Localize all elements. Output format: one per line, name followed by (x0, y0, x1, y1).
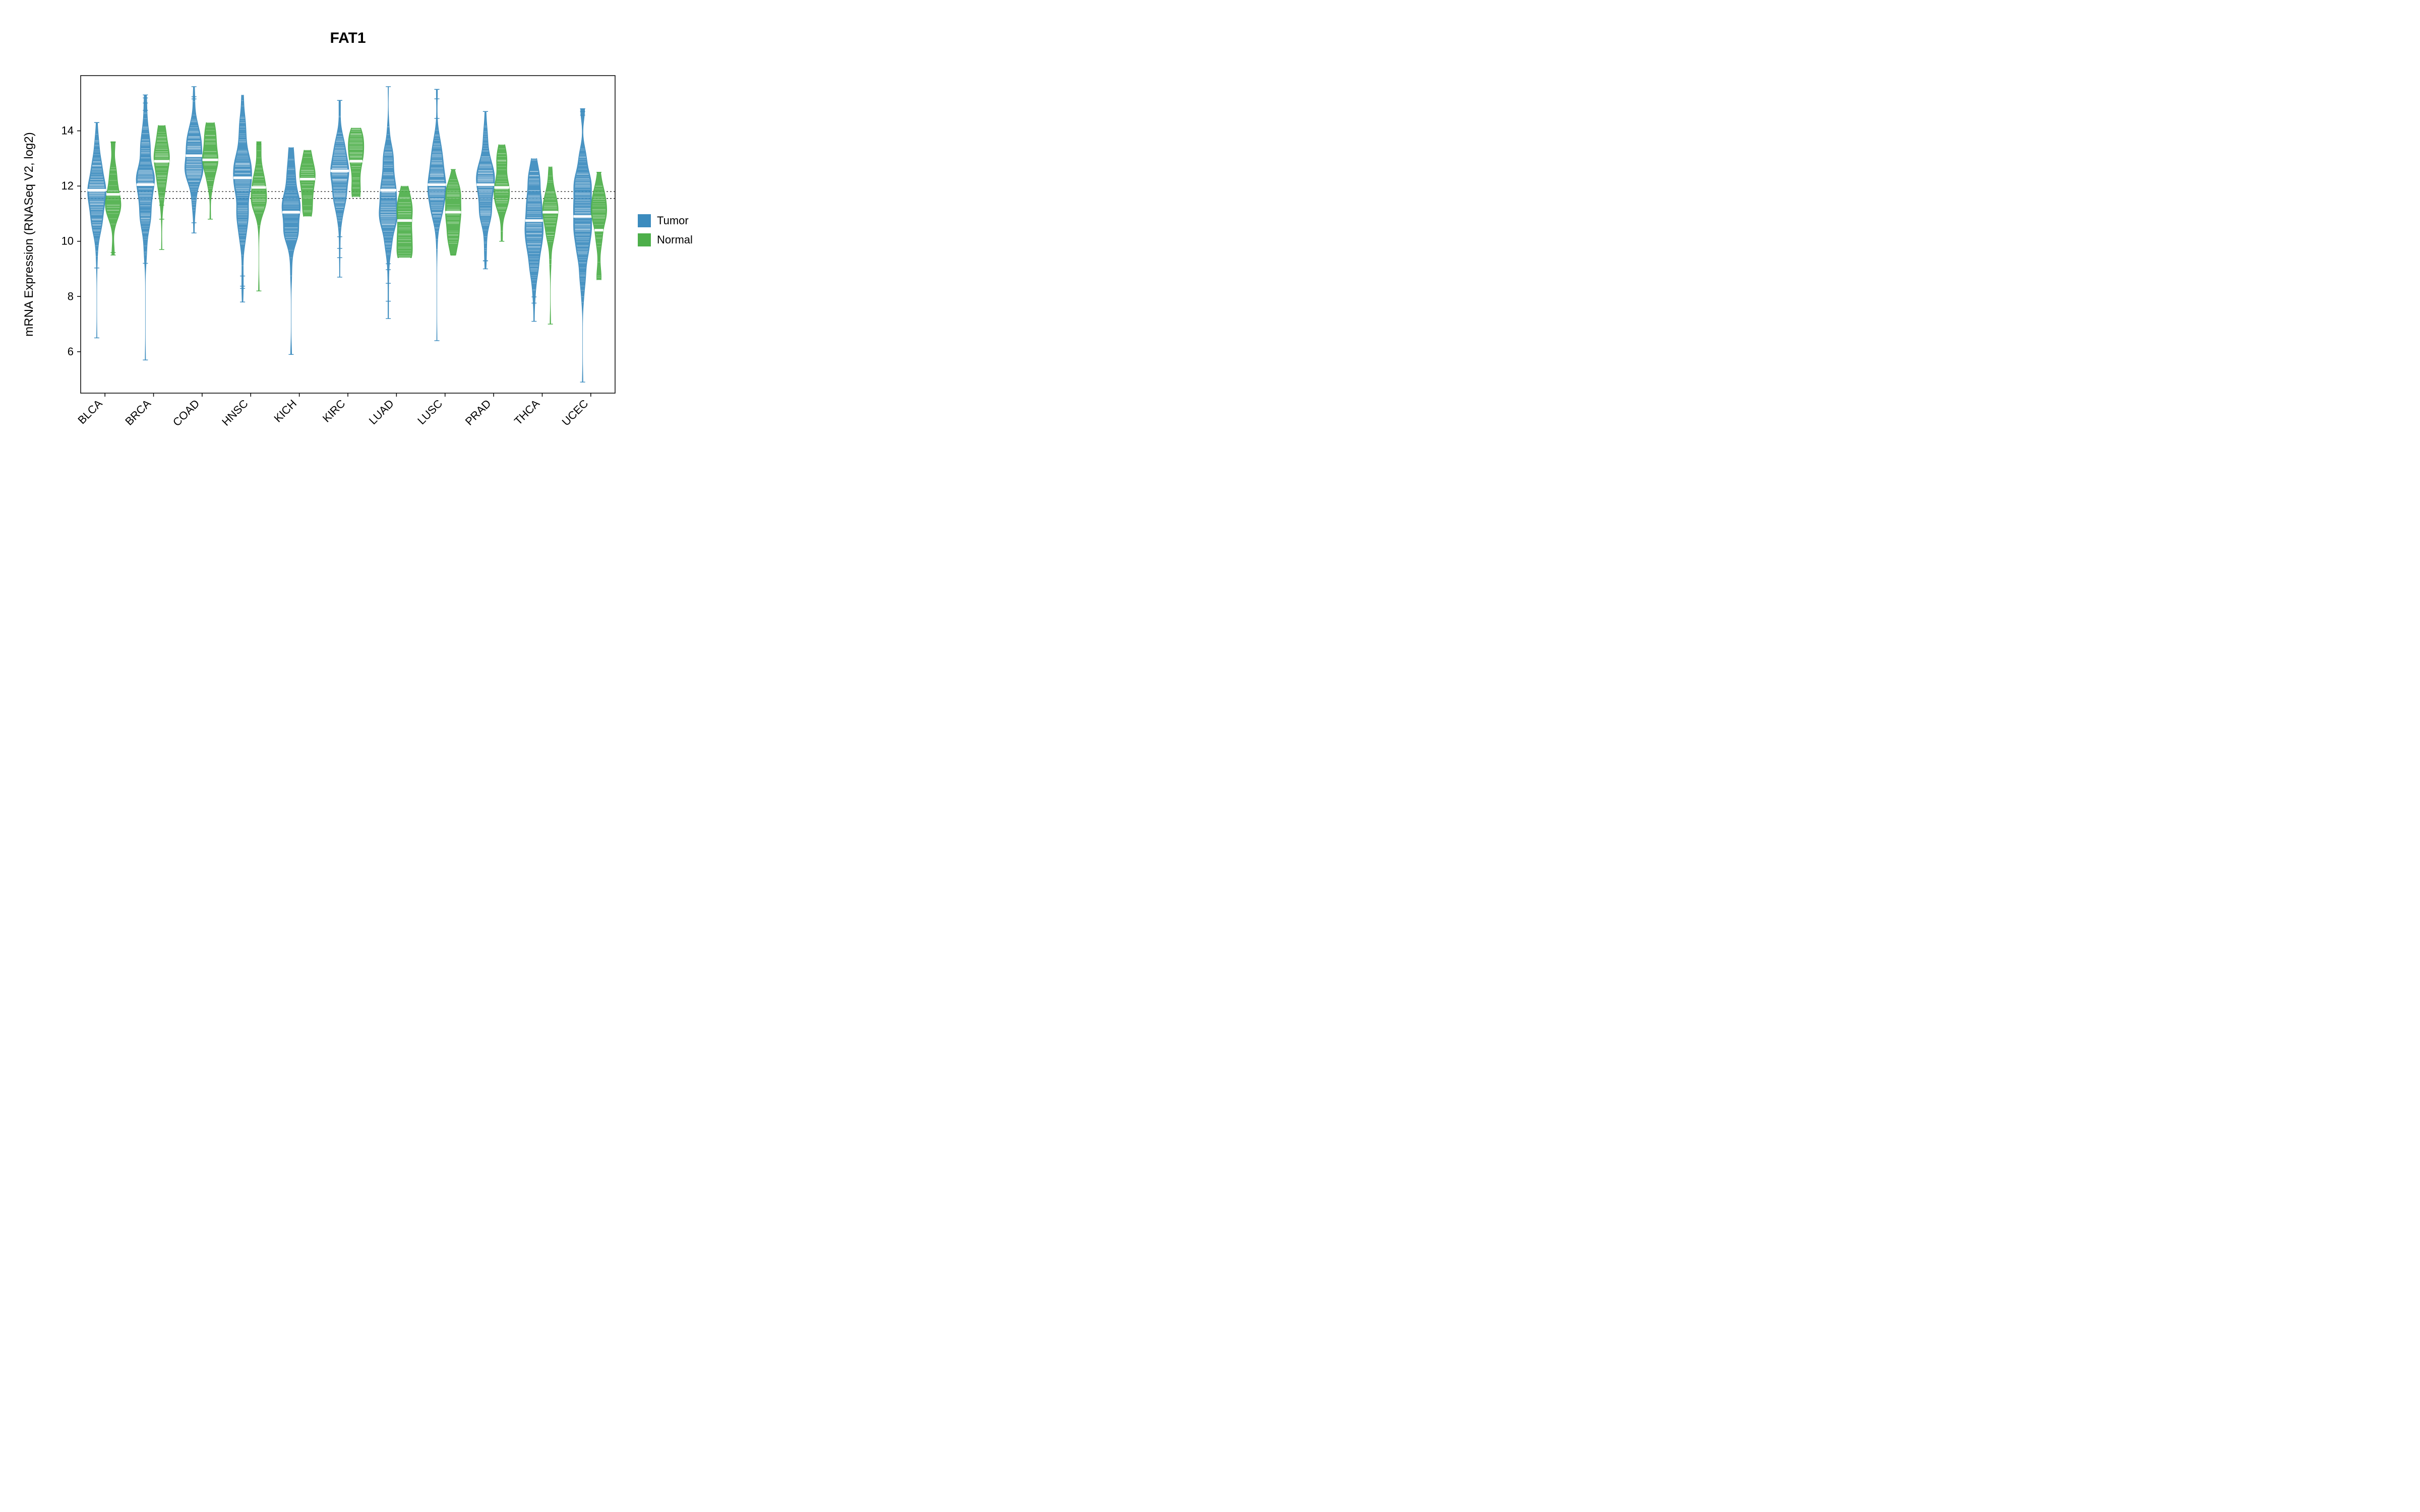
y-tick-label: 14 (62, 124, 74, 137)
bean-COAD-tumor (185, 87, 203, 233)
x-tick-label: UCEC (560, 397, 591, 428)
x-tick-label: KIRC (320, 397, 348, 425)
x-tick-label: BRCA (123, 397, 153, 428)
bean-LUSC-tumor (428, 89, 446, 341)
bean-HNSC-tumor (233, 95, 252, 302)
y-tick-label: 8 (68, 290, 74, 302)
bean-KICH-tumor (282, 147, 300, 354)
bean-COAD-normal (203, 122, 218, 219)
bean-UCEC-normal (591, 172, 607, 280)
x-tick-label: COAD (170, 397, 202, 429)
legend-label-tumor: Tumor (657, 214, 689, 227)
legend-swatch-normal (638, 233, 651, 246)
x-tick-label: BLCA (75, 397, 105, 427)
bean-HNSC-normal (251, 142, 267, 291)
x-tick-label: LUSC (415, 397, 445, 427)
bean-PRAD-normal (494, 145, 510, 241)
legend-swatch-tumor (638, 214, 651, 227)
x-tick-label: PRAD (463, 397, 494, 428)
legend-label-normal: Normal (657, 233, 693, 246)
x-tick-label: HNSC (219, 397, 251, 428)
x-tick-label: THCA (512, 397, 542, 427)
bean-BRCA-tumor (136, 95, 155, 360)
bean-THCA-normal (542, 167, 558, 324)
x-tick-label: KICH (271, 397, 299, 425)
chart-svg: FAT1 6 8 10 12 14 mRNA Expression (RNASeq V2, … (0, 0, 756, 473)
y-axis-label: mRNA Expression (RNASeq V2, log2) (22, 132, 36, 337)
bean-BLCA-normal (105, 142, 121, 255)
x-tick-label: LUAD (367, 397, 396, 427)
y-tick-label: 10 (62, 235, 74, 247)
chart-title: FAT1 (330, 30, 366, 46)
chart-container: FAT1 6 8 10 12 14 mRNA Expression (RNASeq V2, … (0, 0, 756, 473)
y-tick-label: 6 (68, 345, 74, 358)
y-tick-label: 12 (62, 179, 74, 192)
bean-KICH-normal (299, 150, 315, 216)
bean-UCEC-tumor (573, 109, 592, 382)
